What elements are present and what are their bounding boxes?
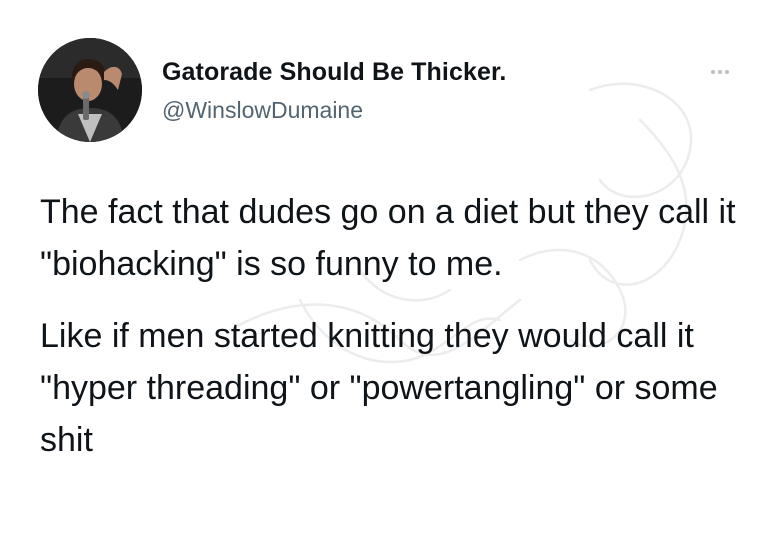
tweet-paragraph: Like if men started knitting they would … bbox=[40, 317, 718, 459]
more-dots-icon bbox=[725, 70, 729, 74]
tweet-text: The fact that dudes go on a diet but the… bbox=[40, 186, 760, 466]
avatar[interactable] bbox=[38, 38, 142, 142]
author-handle[interactable]: @WinslowDumaine bbox=[162, 97, 363, 124]
more-dots-icon bbox=[718, 70, 722, 74]
tweet-card: Gatorade Should Be Thicker. @WinslowDuma… bbox=[0, 0, 781, 540]
tweet-paragraph: The fact that dudes go on a diet but the… bbox=[40, 193, 736, 283]
author-display-name[interactable]: Gatorade Should Be Thicker. bbox=[162, 58, 506, 87]
more-options-button[interactable] bbox=[700, 60, 740, 84]
person-with-microphone-avatar-icon bbox=[38, 38, 142, 142]
more-dots-icon bbox=[711, 70, 715, 74]
